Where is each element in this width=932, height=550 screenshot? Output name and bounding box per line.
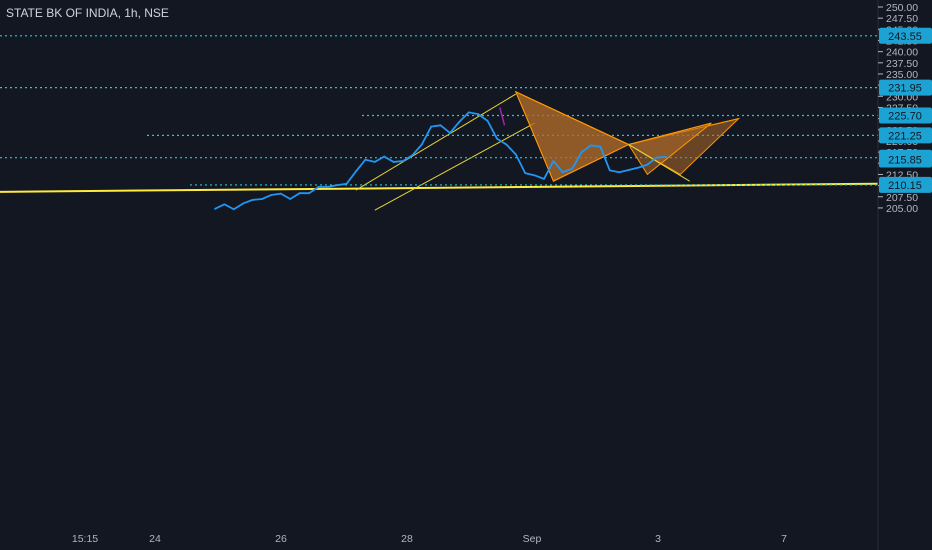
y-tick-label: 205.00 [886, 203, 918, 215]
price-label-text: 215.85 [888, 154, 922, 166]
price-point [655, 156, 658, 159]
price-point [279, 192, 282, 195]
y-tick-label: 207.50 [886, 192, 918, 204]
x-tick-label: 7 [781, 533, 787, 545]
x-tick-label: 28 [401, 533, 413, 545]
y-tick-label: 247.50 [886, 13, 918, 25]
price-point [543, 178, 545, 180]
price-point [430, 125, 433, 128]
x-tick-label: 3 [655, 533, 661, 545]
price-point [533, 174, 536, 177]
price-point [355, 170, 357, 173]
price-point [232, 208, 235, 211]
price-label-text: 231.95 [888, 83, 922, 95]
price-point [402, 160, 404, 162]
price-point [392, 161, 395, 163]
price-point [251, 198, 254, 201]
price-point [571, 167, 574, 170]
price-point [261, 198, 263, 200]
x-tick-label: Sep [523, 533, 542, 545]
x-tick-label: 24 [149, 533, 161, 545]
price-point [618, 171, 621, 174]
price-point [449, 132, 451, 134]
price-point [608, 169, 611, 172]
price-point [646, 163, 649, 166]
price-point [477, 113, 480, 116]
price-label-text: 210.15 [888, 180, 922, 192]
price-point [336, 184, 339, 187]
price-point [458, 120, 461, 123]
y-tick-label: 237.50 [886, 58, 918, 70]
price-point [552, 160, 555, 162]
price-point [214, 207, 216, 210]
price-label-text: 243.55 [888, 31, 922, 43]
price-label-text: 221.25 [888, 130, 922, 142]
price-point [345, 182, 348, 185]
x-tick-label: 15:15 [72, 533, 98, 545]
y-tick-label: 240.00 [886, 47, 918, 59]
price-point [599, 145, 602, 148]
symbol-title: STATE BK OF INDIA, 1h, NSE [6, 6, 169, 20]
price-point [420, 143, 423, 146]
price-point [505, 143, 508, 146]
price-point [561, 171, 564, 174]
price-point [467, 111, 470, 114]
price-point [373, 161, 376, 163]
price-point [496, 137, 498, 140]
price-point [590, 144, 592, 147]
price-point [364, 158, 367, 161]
price-point [383, 155, 386, 158]
price-point [637, 166, 639, 169]
price-point [627, 169, 630, 171]
price-point [223, 203, 226, 206]
chart-background [0, 0, 932, 550]
price-point [439, 124, 442, 127]
price-point [298, 192, 301, 195]
y-tick-label: 235.00 [886, 69, 918, 81]
price-label-text: 225.70 [888, 110, 922, 122]
price-point [242, 202, 245, 205]
price-point [317, 186, 320, 188]
price-point [289, 198, 292, 200]
price-point [514, 153, 517, 156]
price-point [524, 172, 527, 174]
price-point [270, 194, 273, 196]
price-chart[interactable]: 205.00207.50210.00212.50215.00217.50220.… [0, 0, 932, 550]
y-tick-label: 250.00 [886, 2, 918, 14]
x-tick-label: 26 [275, 533, 287, 545]
price-point [411, 154, 414, 157]
price-point [580, 151, 583, 154]
price-point [665, 156, 668, 158]
price-point [326, 186, 329, 188]
price-point [308, 192, 310, 195]
price-point [486, 119, 489, 122]
